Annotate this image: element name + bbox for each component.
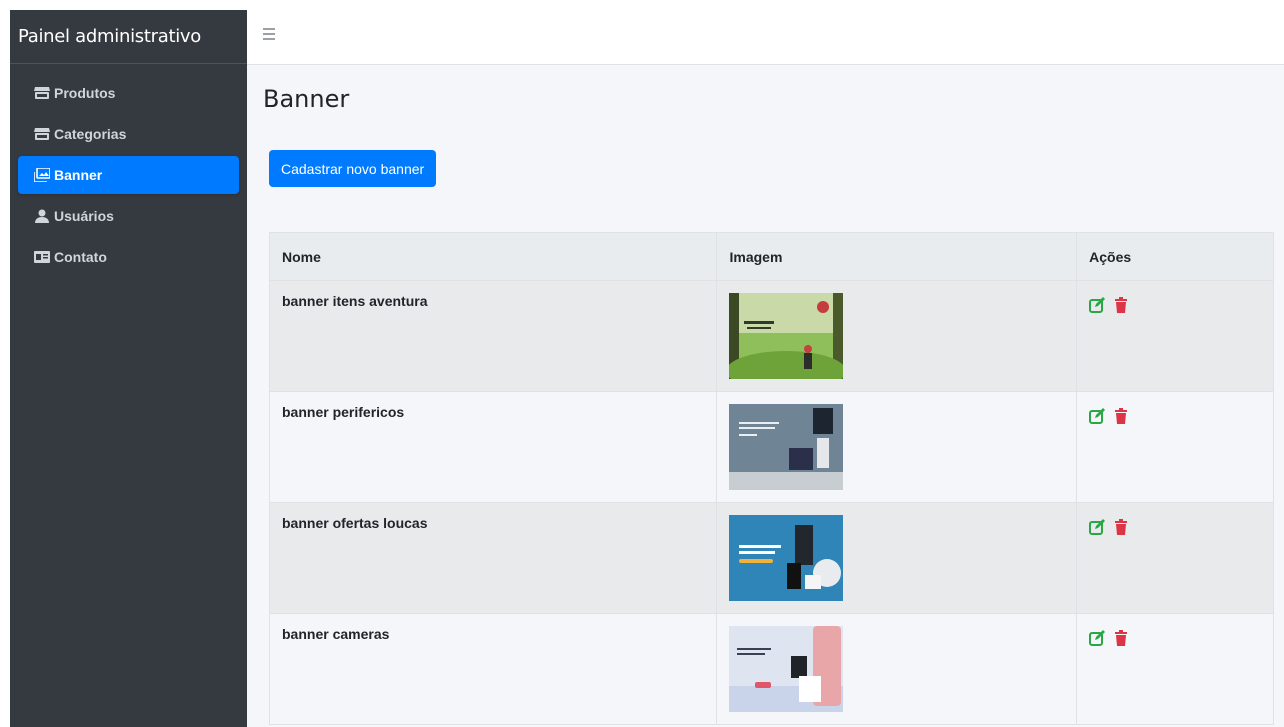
edit-icon[interactable] [1089, 519, 1106, 535]
edit-icon[interactable] [1089, 630, 1106, 646]
sidebar-nav: Produtos Categorias Banner Usuários Cont… [10, 64, 247, 276]
trash-icon[interactable] [1113, 408, 1129, 424]
hamburger-icon[interactable] [263, 28, 275, 42]
table-row: banner cameras [268, 613, 1274, 725]
row-actions [1076, 613, 1274, 725]
trash-icon[interactable] [1113, 297, 1129, 313]
header-nome: Nome [268, 232, 718, 281]
row-image-cell [716, 280, 1078, 392]
sidebar-item-label: Usuários [54, 208, 114, 224]
crazy-offers-banner-image [729, 515, 844, 601]
row-image-cell [716, 391, 1078, 503]
row-image-cell [716, 613, 1078, 725]
edit-icon[interactable] [1089, 408, 1106, 424]
sidebar-item-label: Produtos [54, 85, 116, 101]
topbar [247, 10, 1284, 65]
user-icon [33, 209, 51, 223]
peripherals-banner-image [729, 404, 844, 490]
sidebar-item-label: Contato [54, 249, 107, 265]
row-actions [1076, 391, 1274, 503]
row-image-cell [716, 502, 1078, 614]
row-actions [1076, 280, 1274, 392]
edit-icon[interactable] [1089, 297, 1106, 313]
main-content: Banner Cadastrar novo banner Nome Imagem… [247, 65, 1284, 727]
header-acoes: Ações [1076, 232, 1274, 281]
table-header-row: Nome Imagem Ações [268, 232, 1274, 281]
brand-title[interactable]: Painel administrativo [10, 10, 247, 64]
sidebar-item-usuarios[interactable]: Usuários [18, 197, 239, 235]
table-row: banner perifericos [268, 391, 1274, 503]
new-banner-button[interactable]: Cadastrar novo banner [269, 150, 437, 187]
row-name: banner cameras [268, 613, 718, 725]
table-row: banner itens aventura [268, 280, 1274, 392]
sidebar-item-produtos[interactable]: Produtos [18, 74, 239, 112]
row-name: banner itens aventura [268, 280, 718, 392]
adventure-banner-image [729, 293, 844, 379]
images-icon [33, 168, 51, 182]
cameras-banner-image [729, 626, 844, 712]
sidebar-item-label: Banner [54, 167, 103, 183]
trash-icon[interactable] [1113, 630, 1129, 646]
banner-table: Nome Imagem Ações banner itens aventura [268, 232, 1274, 725]
table-row: banner ofertas loucas [268, 502, 1274, 614]
page-title: Banner [263, 85, 350, 113]
store-icon [33, 86, 51, 100]
header-imagem: Imagem [716, 232, 1078, 281]
store-icon [33, 127, 51, 141]
sidebar-item-banner[interactable]: Banner [18, 156, 239, 194]
row-name: banner ofertas loucas [268, 502, 718, 614]
sidebar-item-label: Categorias [54, 126, 127, 142]
row-name: banner perifericos [268, 391, 718, 503]
sidebar-item-contato[interactable]: Contato [18, 238, 239, 276]
sidebar-item-categorias[interactable]: Categorias [18, 115, 239, 153]
id-card-icon [33, 250, 51, 264]
sidebar: Painel administrativo Produtos Categoria… [10, 10, 247, 727]
row-actions [1076, 502, 1274, 614]
trash-icon[interactable] [1113, 519, 1129, 535]
